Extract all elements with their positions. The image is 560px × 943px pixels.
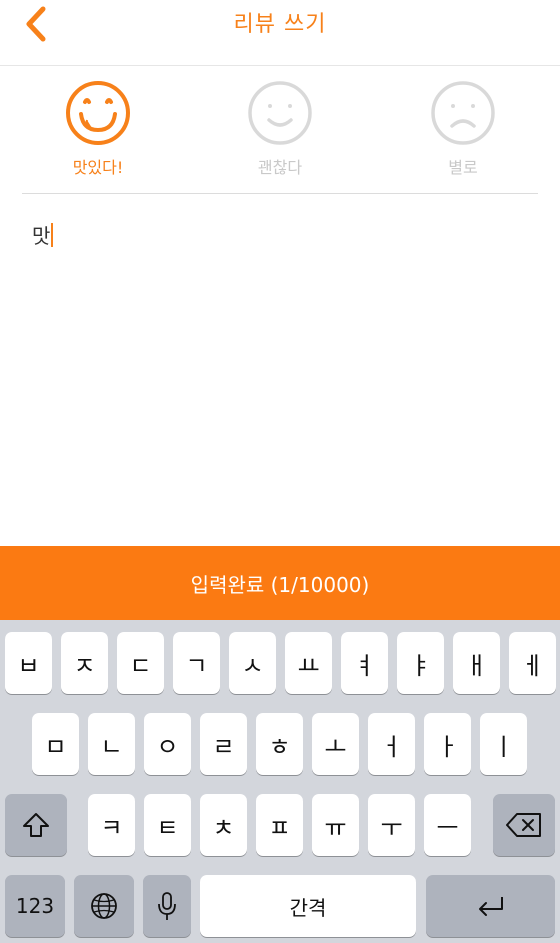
backspace-key[interactable] — [493, 794, 555, 856]
shift-key[interactable] — [5, 794, 67, 856]
rating-label-okay: 괜찮다 — [257, 158, 303, 177]
microphone-key[interactable] — [143, 875, 191, 937]
smile-face-icon — [248, 81, 312, 145]
key-8[interactable]: ㅑ — [397, 632, 444, 694]
rating-label-delicious: 맛있다! — [72, 158, 124, 177]
key-21[interactable]: ㅌ — [144, 794, 191, 856]
key-2[interactable]: ㅈ — [61, 632, 108, 694]
key-7[interactable]: ㅕ — [341, 632, 388, 694]
key-15[interactable]: ㅎ — [256, 713, 303, 775]
key-20[interactable]: ㅋ — [88, 794, 135, 856]
key-22[interactable]: ㅊ — [200, 794, 247, 856]
key-26[interactable]: ㅡ — [424, 794, 471, 856]
key-24[interactable]: ㅠ — [312, 794, 359, 856]
text-caret — [51, 223, 54, 247]
backspace-icon — [506, 813, 541, 837]
header: 리뷰 쓰기 — [0, 0, 560, 66]
return-key[interactable] — [426, 875, 555, 937]
review-text-content: 맛 — [32, 220, 54, 249]
globe-icon — [91, 893, 117, 919]
globe-key[interactable] — [74, 875, 134, 937]
key-13[interactable]: ㅇ — [144, 713, 191, 775]
key-25[interactable]: ㅜ — [368, 794, 415, 856]
key-3[interactable]: ㄷ — [117, 632, 164, 694]
key-18[interactable]: ㅏ — [424, 713, 471, 775]
space-key[interactable]: 간격 — [200, 875, 416, 937]
key-1[interactable]: ㅂ — [5, 632, 52, 694]
key-12[interactable]: ㄴ — [88, 713, 135, 775]
submit-button[interactable]: 입력완료 (1/10000) — [0, 546, 560, 620]
rating-label-bad: 별로 — [448, 158, 478, 177]
keyboard: ㅂ ㅈ ㄷ ㄱ ㅅ ㅛ ㅕ ㅑ ㅐ ㅔ ㅁ ㄴ ㅇ ㄹ ㅎ ㅗ ㅓ ㅏ ㅣ ㅋ … — [0, 620, 560, 943]
page-title: 리뷰 쓰기 — [233, 12, 327, 37]
delicious-face-icon — [66, 81, 130, 145]
key-5[interactable]: ㅅ — [229, 632, 276, 694]
rating-selector: 맛있다! 괜찮다 별로 — [22, 66, 538, 194]
numbers-key[interactable]: 123 — [5, 875, 65, 937]
key-6[interactable]: ㅛ — [285, 632, 332, 694]
key-9[interactable]: ㅐ — [453, 632, 500, 694]
rating-option-okay[interactable]: 괜찮다 — [220, 80, 340, 178]
key-11[interactable]: ㅁ — [32, 713, 79, 775]
key-4[interactable]: ㄱ — [173, 632, 220, 694]
key-19[interactable]: ㅣ — [480, 713, 527, 775]
rating-option-bad[interactable]: 별로 — [403, 80, 523, 178]
key-10[interactable]: ㅔ — [509, 632, 556, 694]
rating-option-delicious[interactable]: 맛있다! — [38, 80, 158, 178]
shift-icon — [23, 813, 49, 837]
return-icon — [478, 897, 503, 916]
key-17[interactable]: ㅓ — [368, 713, 415, 775]
review-textarea[interactable]: 맛 — [22, 210, 538, 530]
key-14[interactable]: ㄹ — [200, 713, 247, 775]
review-text: 맛 — [32, 224, 51, 248]
microphone-icon — [158, 892, 176, 920]
key-23[interactable]: ㅍ — [256, 794, 303, 856]
key-16[interactable]: ㅗ — [312, 713, 359, 775]
sad-face-icon — [431, 81, 495, 145]
